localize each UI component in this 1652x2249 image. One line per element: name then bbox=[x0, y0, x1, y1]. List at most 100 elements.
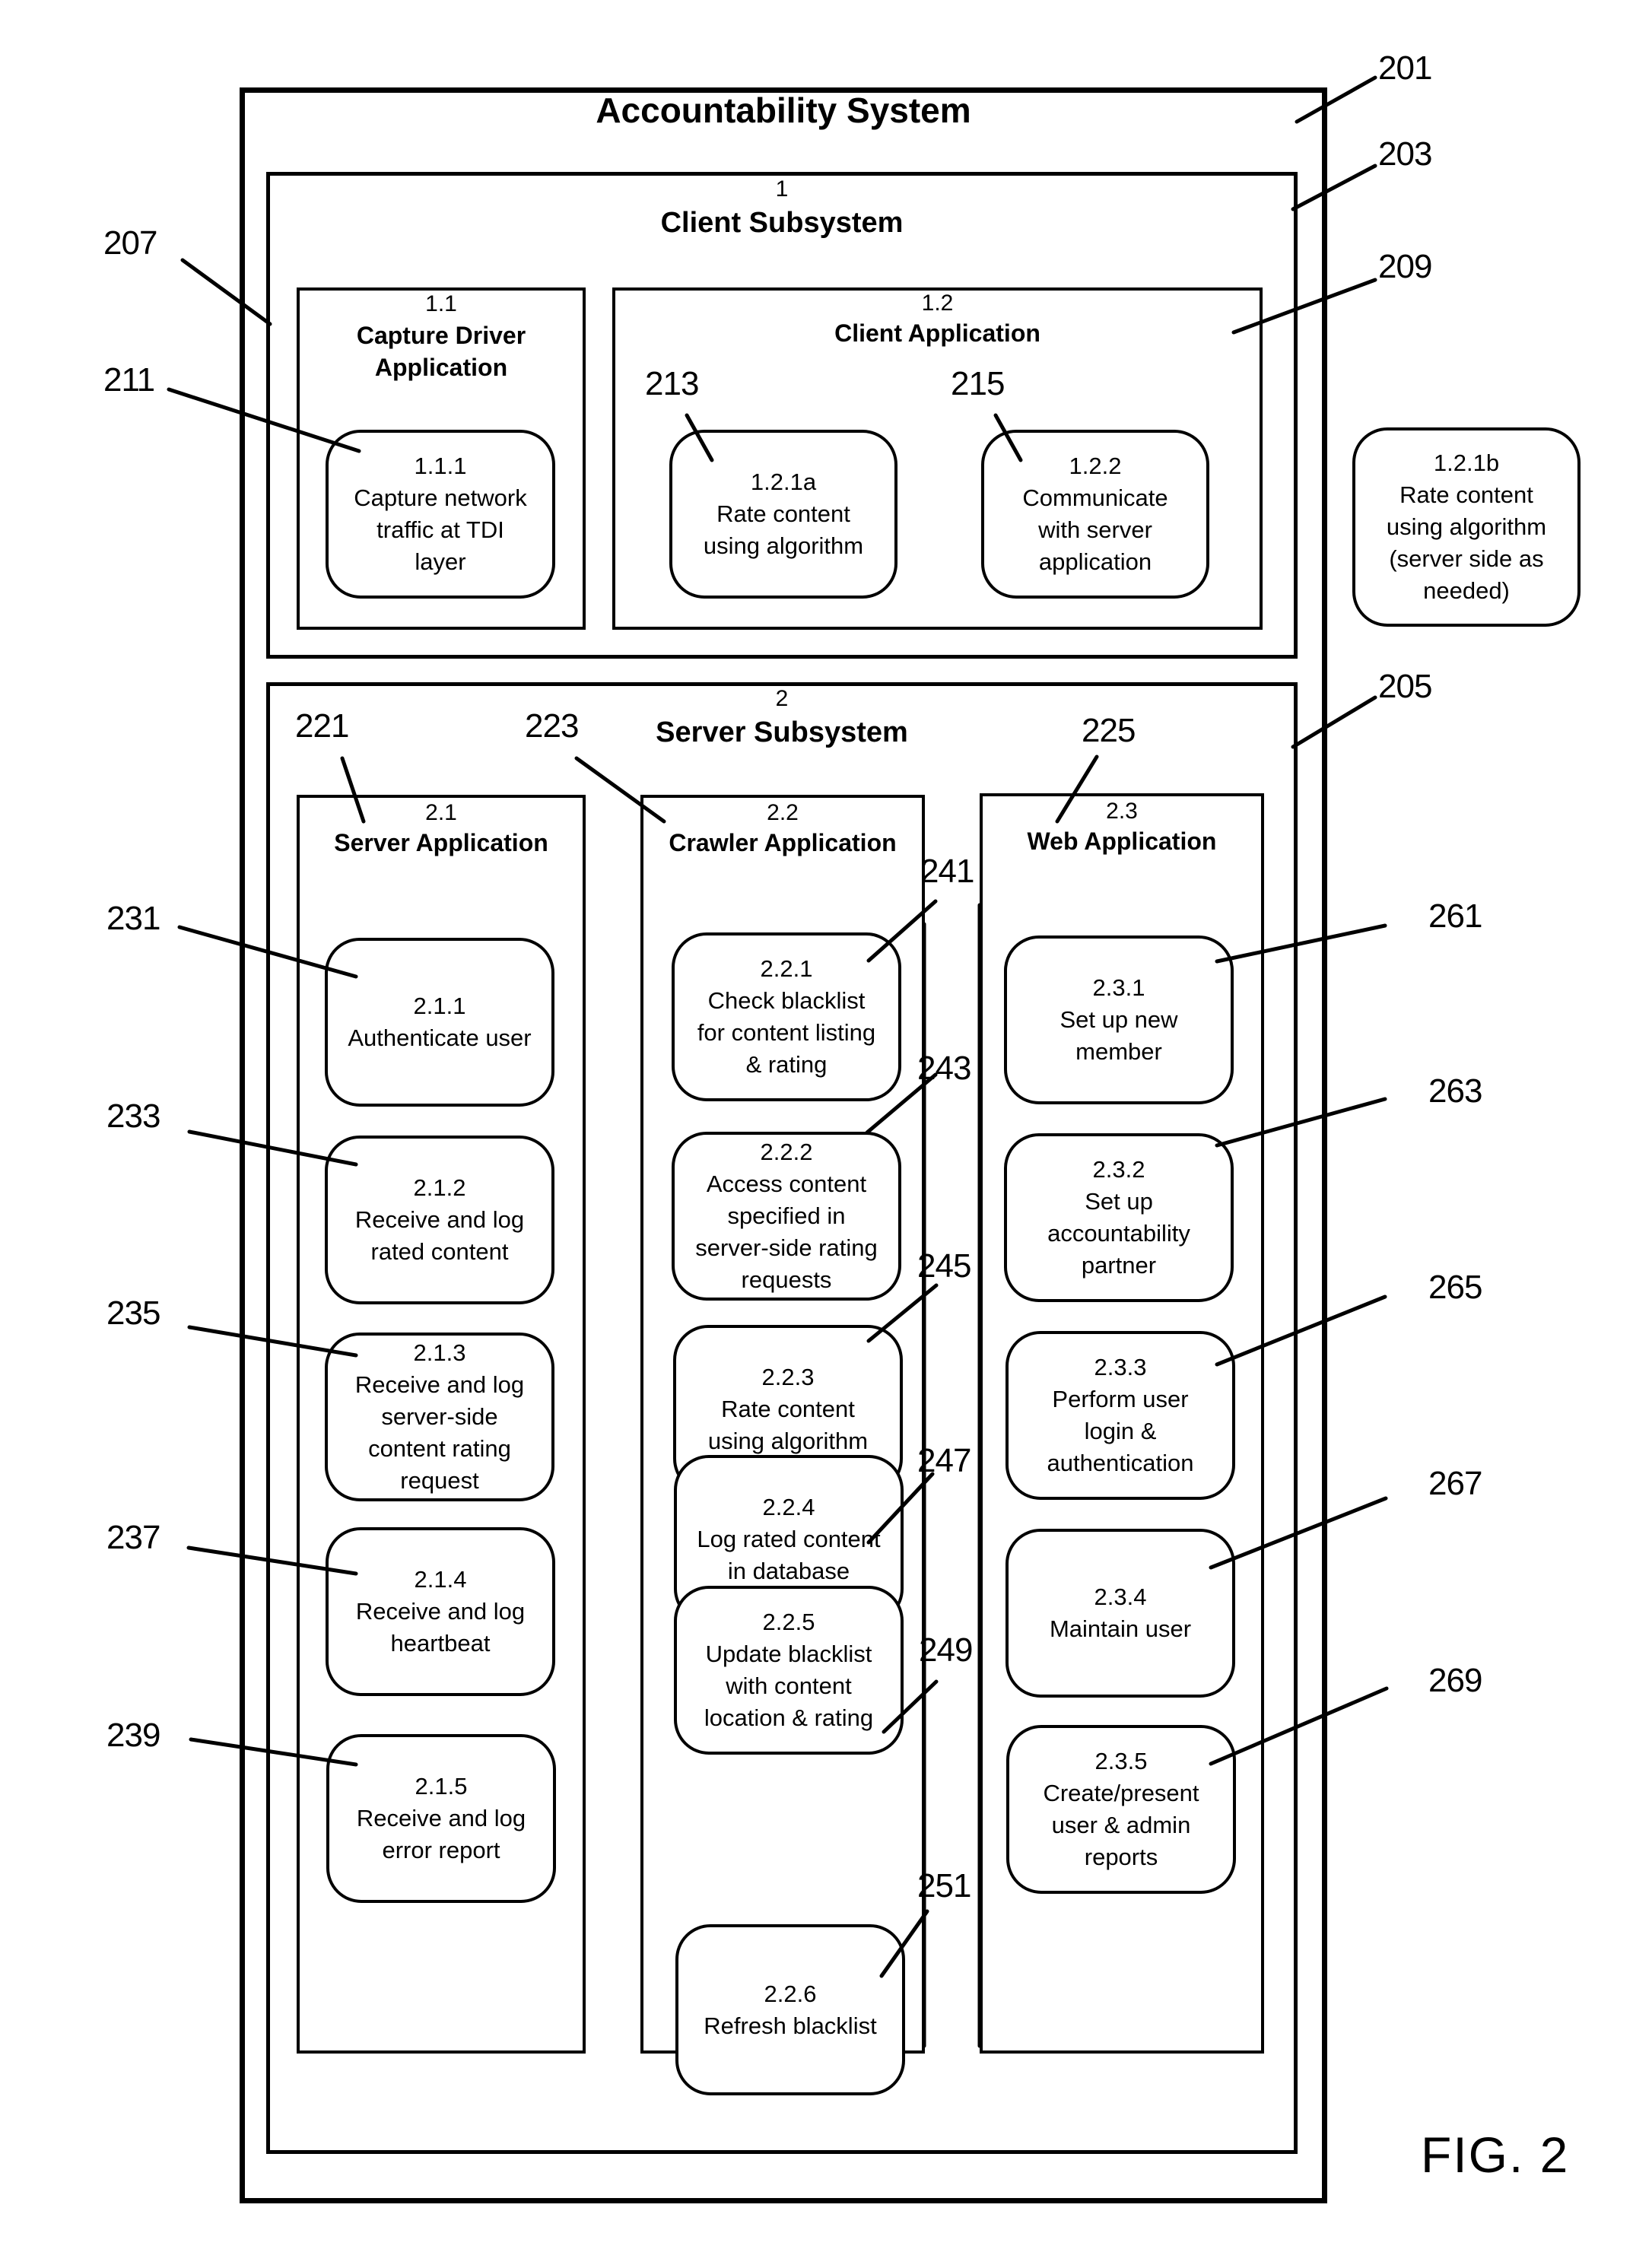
ref-225: 225 bbox=[1082, 712, 1136, 749]
process-2-2-2: 2.2.2 Access content specified in server… bbox=[672, 1132, 901, 1301]
ref-239: 239 bbox=[106, 1717, 160, 1754]
process-2-3-3: 2.3.3 Perform user login & authenticatio… bbox=[1005, 1331, 1235, 1500]
process-number: 2.2.1 bbox=[760, 955, 813, 982]
process-number: 2.2.3 bbox=[761, 1364, 815, 1390]
process-number: 2.1.3 bbox=[413, 1339, 466, 1366]
process-number: 2.3.1 bbox=[1092, 974, 1145, 1001]
process-label: Refresh blacklist bbox=[704, 2012, 877, 2039]
client-application-number: 1.2 bbox=[921, 291, 954, 316]
process-label: Rate content using algorithm bbox=[703, 500, 864, 559]
process-2-3-2: 2.3.2 Set up accountability partner bbox=[1004, 1133, 1234, 1302]
ref-211: 211 bbox=[103, 361, 155, 399]
process-label: Set up new member bbox=[1060, 1006, 1178, 1065]
ref-235: 235 bbox=[106, 1294, 160, 1332]
process-number: 1.2.2 bbox=[1069, 453, 1122, 479]
web-application-title: Web Application bbox=[1027, 827, 1217, 855]
process-1-2-1b: 1.2.1b Rate content using algorithm (ser… bbox=[1352, 427, 1581, 627]
process-1-1-1: 1.1.1 Capture network traffic at TDI lay… bbox=[326, 430, 555, 599]
process-label: Rate content using algorithm bbox=[707, 1396, 869, 1454]
client-application-title: Client Application bbox=[834, 319, 1040, 347]
process-number: 2.1.2 bbox=[413, 1174, 466, 1201]
process-number: 1.2.1b bbox=[1433, 449, 1500, 476]
process-2-1-1: 2.1.1 Authenticate user bbox=[325, 938, 554, 1107]
capture-driver-number: 1.1 bbox=[425, 291, 457, 316]
process-label: Communicate with server application bbox=[1022, 484, 1168, 575]
process-label: Update blacklist with content location &… bbox=[704, 1641, 874, 1731]
process-label: Maintain user bbox=[1049, 1615, 1192, 1642]
ref-213: 213 bbox=[645, 365, 699, 402]
capture-driver-title: Capture Driver Application bbox=[356, 322, 526, 381]
crawler-application-number: 2.2 bbox=[767, 800, 799, 825]
process-number: 2.2.5 bbox=[762, 1609, 815, 1635]
process-label: Receive and log heartbeat bbox=[355, 1598, 526, 1657]
process-2-1-3: 2.1.3 Receive and log server-side conten… bbox=[325, 1333, 554, 1501]
process-2-2-5: 2.2.5 Update blacklist with content loca… bbox=[674, 1586, 904, 1755]
server-subsystem-title: Server Subsystem bbox=[656, 716, 908, 748]
ref-231: 231 bbox=[106, 900, 160, 937]
ref-249: 249 bbox=[919, 1631, 973, 1669]
process-1-2-1a: 1.2.1a Rate content using algorithm bbox=[669, 430, 897, 599]
ref-265: 265 bbox=[1428, 1269, 1482, 1306]
process-2-3-5: 2.3.5 Create/present user & admin report… bbox=[1006, 1725, 1236, 1894]
ref-205: 205 bbox=[1378, 668, 1432, 705]
process-1-2-2: 1.2.2 Communicate with server applicatio… bbox=[981, 430, 1209, 599]
process-number: 2.1.1 bbox=[413, 993, 466, 1019]
ref-245: 245 bbox=[917, 1247, 971, 1285]
process-label: Perform user login & authentication bbox=[1047, 1386, 1194, 1476]
process-number: 1.2.1a bbox=[750, 469, 817, 495]
ref-223: 223 bbox=[525, 707, 579, 745]
client-subsystem-number: 1 bbox=[775, 176, 789, 202]
system-title: Accountability System bbox=[596, 91, 971, 130]
process-number: 2.2.6 bbox=[764, 1980, 817, 2007]
ref-237: 237 bbox=[106, 1519, 160, 1556]
process-label: Receive and log rated content bbox=[354, 1206, 525, 1265]
ref-221: 221 bbox=[295, 707, 349, 745]
web-application-number: 2.3 bbox=[1106, 799, 1138, 824]
server-subsystem-number: 2 bbox=[775, 686, 789, 711]
process-2-1-5: 2.1.5 Receive and log error report bbox=[326, 1734, 556, 1903]
crawler-application-title: Crawler Application bbox=[669, 829, 897, 856]
process-number: 2.3.5 bbox=[1094, 1748, 1148, 1774]
process-label: Rate content using algorithm (server sid… bbox=[1386, 481, 1547, 604]
process-label: Receive and log server-side content rati… bbox=[354, 1371, 525, 1494]
ref-201: 201 bbox=[1378, 49, 1432, 87]
process-label: Receive and log error report bbox=[356, 1805, 526, 1863]
process-label: Access content specified in server-side … bbox=[695, 1171, 878, 1293]
process-2-2-6: 2.2.6 Refresh blacklist bbox=[675, 1924, 905, 2095]
process-number: 2.3.3 bbox=[1094, 1354, 1147, 1380]
process-number: 2.1.4 bbox=[414, 1566, 467, 1593]
process-2-3-1: 2.3.1 Set up new member bbox=[1004, 935, 1234, 1104]
process-2-1-4: 2.1.4 Receive and log heartbeat bbox=[326, 1527, 555, 1696]
process-label: Log rated content in database bbox=[697, 1526, 881, 1584]
process-label: Authenticate user bbox=[348, 1024, 532, 1051]
process-2-3-4: 2.3.4 Maintain user bbox=[1005, 1529, 1235, 1698]
process-label: Check blacklist for content listing & ra… bbox=[697, 987, 876, 1078]
ref-269: 269 bbox=[1428, 1662, 1482, 1699]
ref-203: 203 bbox=[1378, 135, 1432, 173]
process-label: Set up accountability partner bbox=[1047, 1188, 1190, 1279]
process-label: Capture network traffic at TDI layer bbox=[354, 484, 527, 575]
figure-label: FIG. 2 bbox=[1421, 2127, 1570, 2183]
client-subsystem-title: Client Subsystem bbox=[660, 207, 904, 239]
ref-243: 243 bbox=[917, 1050, 971, 1087]
ref-241: 241 bbox=[920, 853, 974, 890]
ref-247: 247 bbox=[917, 1442, 971, 1479]
ref-267: 267 bbox=[1428, 1465, 1482, 1502]
process-2-1-2: 2.1.2 Receive and log rated content bbox=[325, 1136, 554, 1304]
process-number: 1.1.1 bbox=[414, 453, 467, 479]
server-application-title: Server Application bbox=[334, 829, 548, 856]
process-number: 2.2.2 bbox=[760, 1139, 813, 1165]
process-label: Create/present user & admin reports bbox=[1043, 1780, 1199, 1870]
process-number: 2.1.5 bbox=[415, 1773, 468, 1800]
ref-209: 209 bbox=[1378, 248, 1432, 285]
ref-215: 215 bbox=[951, 365, 1005, 402]
server-application-number: 2.1 bbox=[425, 800, 457, 825]
process-number: 2.3.2 bbox=[1092, 1156, 1145, 1183]
ref-233: 233 bbox=[106, 1097, 160, 1135]
process-number: 2.3.4 bbox=[1094, 1584, 1147, 1610]
process-number: 2.2.4 bbox=[762, 1494, 815, 1520]
ref-207: 207 bbox=[103, 224, 157, 262]
ref-251: 251 bbox=[917, 1867, 971, 1904]
ref-263: 263 bbox=[1428, 1072, 1482, 1110]
ref-261: 261 bbox=[1428, 897, 1482, 935]
